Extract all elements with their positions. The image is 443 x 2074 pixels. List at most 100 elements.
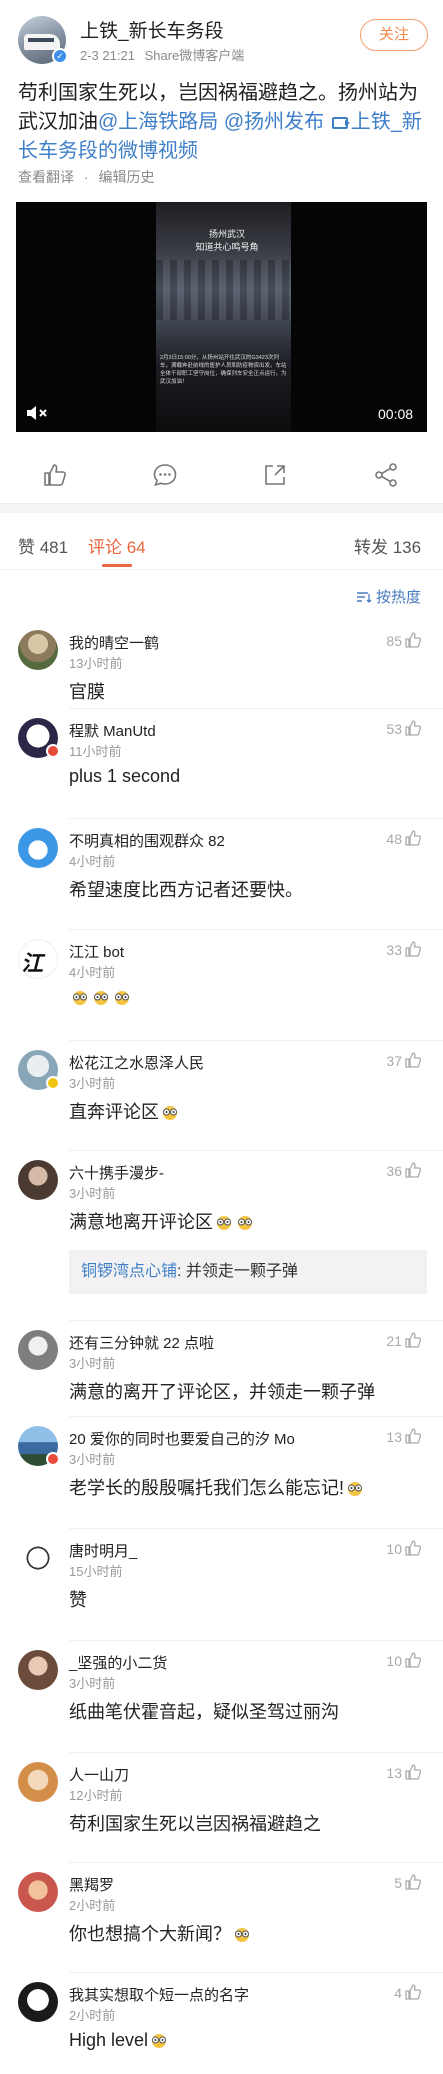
- sort-by-hot-button[interactable]: 按热度: [356, 586, 421, 607]
- comment-like-count: 13: [386, 1765, 402, 1781]
- comment-icon[interactable]: [152, 462, 178, 488]
- emoji-icon: [94, 991, 108, 1005]
- commenter-avatar[interactable]: [18, 630, 58, 670]
- commenter-name[interactable]: 我的晴空一鹤: [69, 632, 159, 653]
- comment-time: 11小时前: [69, 744, 122, 759]
- emoji-icon: [115, 991, 129, 1005]
- forward-icon[interactable]: [373, 462, 399, 488]
- reply-author[interactable]: 铜锣湾点心铺: [81, 1263, 177, 1280]
- comment-like-count: 5: [394, 1875, 402, 1891]
- post-source: Share微博客户端: [144, 48, 245, 63]
- commenter-name[interactable]: 还有三分钟就 22 点啦: [69, 1332, 214, 1353]
- emoji-icon: [348, 1482, 362, 1496]
- thumb-up-icon[interactable]: [404, 940, 422, 958]
- commenter-avatar[interactable]: [18, 1872, 58, 1912]
- commenter-name[interactable]: _坚强的小二货: [69, 1652, 167, 1673]
- thumb-up-icon[interactable]: [404, 1983, 422, 2001]
- like-icon[interactable]: [42, 462, 68, 488]
- commenter-name[interactable]: 黑羯罗: [69, 1874, 114, 1895]
- commenter-name[interactable]: 人一山刀: [69, 1764, 129, 1785]
- comment-divider: [69, 1862, 443, 1863]
- comment-like-count: 13: [386, 1429, 402, 1445]
- thumb-up-icon[interactable]: [404, 631, 422, 649]
- commenter-avatar[interactable]: [18, 1330, 58, 1370]
- section-divider: [0, 503, 443, 513]
- comment-time: 3小时前: [69, 1186, 116, 1201]
- follow-button[interactable]: 关注: [360, 19, 428, 51]
- comment-time: 3小时前: [69, 1452, 116, 1467]
- video-overlay-title: 扬州武汉 知道共心鸣号角: [182, 228, 272, 254]
- commenter-name[interactable]: 六十携手漫步-: [69, 1162, 164, 1183]
- commenter-name[interactable]: 程默 ManUtd: [69, 720, 156, 741]
- comment-like-count: 33: [386, 942, 402, 958]
- edit-history-link[interactable]: 编辑历史: [98, 169, 154, 185]
- reply-text: : 并领走一颗子弹: [177, 1263, 298, 1280]
- mention-link-shanghai-railway[interactable]: @上海铁路局: [98, 111, 218, 133]
- video-title-line2: 知道共心鸣号角: [195, 242, 259, 252]
- comment-text-content: High level: [69, 2030, 149, 2050]
- comment-text: [69, 987, 132, 1008]
- commenter-name[interactable]: 唐时明月_: [69, 1540, 137, 1561]
- comment-like-count: 85: [386, 633, 402, 649]
- commenter-avatar[interactable]: [18, 1982, 58, 2022]
- thumb-up-icon[interactable]: [404, 1161, 422, 1179]
- commenter-name[interactable]: 我其实想取个短一点的名字: [69, 1984, 249, 2005]
- thumb-up-icon[interactable]: [404, 1873, 422, 1891]
- comment-tabs: 赞 481 评论 64 转发 136: [0, 514, 443, 570]
- comment-text: 纸曲笔伏霍音起，疑似圣驾过丽沟: [69, 1698, 339, 1724]
- comment-text: 你也想搞个大新闻？: [69, 1920, 252, 1946]
- comment-divider: [69, 1320, 443, 1321]
- thumb-up-icon[interactable]: [404, 829, 422, 847]
- thumb-up-icon[interactable]: [404, 1427, 422, 1445]
- thumb-up-icon[interactable]: [404, 1763, 422, 1781]
- comment-time: 13小时前: [69, 656, 123, 671]
- video-overlay-caption: 2月3日15:00分，从扬州站开往武汉的G3423次列车，满载奔赴前线的医护人员…: [160, 355, 287, 385]
- translate-link[interactable]: 查看翻译: [18, 169, 74, 185]
- commenter-name[interactable]: 江江 bot: [69, 941, 124, 962]
- tab-reposts[interactable]: 转发 136: [354, 533, 421, 558]
- thumb-up-icon[interactable]: [404, 719, 422, 737]
- comment-divider: [69, 1150, 443, 1151]
- thumb-up-icon[interactable]: [404, 1651, 422, 1669]
- thumb-up-icon[interactable]: [404, 1051, 422, 1069]
- comment-text-content: 赞: [69, 1590, 87, 1610]
- comment-divider: [69, 1040, 443, 1041]
- comment-text-content: 你也想搞个大新闻？: [69, 1924, 231, 1944]
- comment-time: 4小时前: [69, 854, 116, 869]
- commenter-avatar[interactable]: [18, 1762, 58, 1802]
- comment-like-count: 10: [386, 1653, 402, 1669]
- tab-likes[interactable]: 赞 481: [18, 533, 68, 558]
- commenter-avatar[interactable]: [18, 828, 58, 868]
- comment-like-count: 4: [394, 1985, 402, 2001]
- comment-text: High level: [69, 2030, 169, 2051]
- comment-text: 满意地离开评论区: [69, 1208, 255, 1234]
- comment-text: 希望速度比西方记者还要快。: [69, 876, 303, 902]
- comment-like-count: 21: [386, 1333, 402, 1349]
- emoji-icon: [73, 991, 87, 1005]
- reply-preview[interactable]: 铜锣湾点心铺: 并领走一颗子弹: [69, 1250, 427, 1294]
- mute-icon[interactable]: [26, 405, 48, 421]
- thumb-up-icon[interactable]: [404, 1539, 422, 1557]
- verified-badge-icon: ✓: [52, 48, 68, 64]
- thumb-up-icon[interactable]: [404, 1331, 422, 1349]
- mention-link-yangzhou[interactable]: @扬州发布: [224, 111, 324, 133]
- comment-text: 官膜: [69, 678, 105, 704]
- comment-divider: [69, 1752, 443, 1753]
- author-name[interactable]: 上铁_新长车务段: [80, 16, 224, 43]
- commenter-avatar[interactable]: [18, 1160, 58, 1200]
- commenter-avatar[interactable]: [18, 1538, 58, 1578]
- video-player[interactable]: 扬州武汉 知道共心鸣号角 2月3日15:00分，从扬州站开往武汉的G3423次列…: [16, 202, 427, 432]
- commenter-name[interactable]: 不明真相的围观群众 82: [69, 830, 225, 851]
- comment-like-count: 10: [386, 1541, 402, 1557]
- commenter-avatar[interactable]: 江: [18, 939, 58, 979]
- comment-like-count: 37: [386, 1053, 402, 1069]
- comment-text: 苟利国家生死以岂因祸福避趋之: [69, 1810, 321, 1836]
- comment-like-count: 53: [386, 721, 402, 737]
- commenter-name[interactable]: 20 爱你的同时也要爱自己的汐 Mo: [69, 1428, 295, 1449]
- commenter-name[interactable]: 松花江之水恩泽人民: [69, 1052, 204, 1073]
- share-icon[interactable]: [262, 462, 288, 488]
- tab-comments[interactable]: 评论 64: [88, 533, 146, 558]
- user-badge-icon: [46, 1452, 60, 1466]
- commenter-avatar[interactable]: [18, 1650, 58, 1690]
- user-badge-icon: [46, 1076, 60, 1090]
